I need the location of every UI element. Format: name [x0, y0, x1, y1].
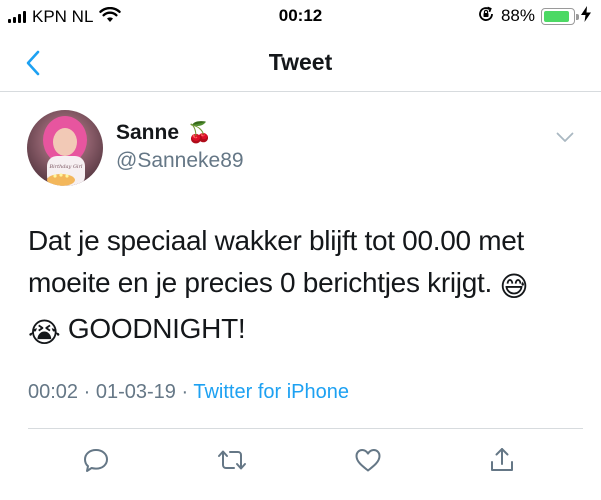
tweet-options-button[interactable] — [551, 126, 579, 148]
tweet-text-line: moeite en je precies 0 berichtjes krijgt… — [28, 262, 580, 308]
share-icon — [491, 448, 513, 471]
signal-icon — [8, 11, 26, 23]
author-name[interactable]: Sanne 🍒 — [116, 120, 212, 145]
tweet-text-line: 😭 GOODNIGHT! — [28, 308, 580, 354]
action-bar — [0, 440, 601, 480]
battery-fill — [544, 10, 569, 22]
svg-text:Birthday Girl: Birthday Girl — [48, 164, 82, 170]
author-name-text: Sanne — [116, 120, 180, 144]
status-right: 88% — [477, 5, 591, 28]
tweet-text: Dat je speciaal wakker blijft tot 00.00 … — [28, 220, 580, 354]
heart-icon — [355, 449, 381, 472]
tweet-source-link[interactable]: Twitter for iPhone — [193, 381, 349, 403]
meta-separator: · — [83, 381, 91, 403]
retweet-button[interactable] — [212, 440, 252, 480]
carrier-name: KPN NL — [32, 7, 94, 26]
battery-percent: 88% — [500, 6, 535, 25]
status-bar: KPN NL 00:12 88% — [0, 0, 601, 34]
reply-icon — [84, 449, 108, 472]
retweet-icon — [218, 450, 246, 470]
share-button[interactable] — [482, 440, 522, 480]
crying-emoji: 😭 — [28, 317, 61, 348]
tweet-meta: 00:02 · 01-03-19 · Twitter for iPhone — [28, 381, 349, 404]
divider — [28, 428, 583, 429]
page-title: Tweet — [268, 49, 333, 75]
like-button[interactable] — [348, 440, 388, 480]
chevron-left-icon — [26, 50, 40, 76]
back-button[interactable] — [18, 46, 48, 80]
tweet-date: 01-03-19 — [95, 381, 176, 403]
charging-bolt-icon — [581, 5, 591, 27]
tweet-text-line: Dat je speciaal wakker blijft tot 00.00 … — [28, 225, 525, 256]
status-left: KPN NL — [8, 6, 122, 28]
cherries-emoji: 🍒 — [187, 122, 212, 144]
meta-separator: · — [181, 381, 189, 403]
tweet-time: 00:02 — [28, 381, 79, 403]
nav-bar: Tweet — [0, 34, 601, 92]
avatar[interactable]: Birthday Girl — [27, 110, 103, 186]
reply-button[interactable] — [76, 440, 116, 480]
orientation-lock-icon — [477, 5, 495, 28]
wifi-icon — [99, 6, 122, 28]
battery-icon — [541, 7, 579, 25]
author-handle[interactable]: @Sanneke89 — [116, 149, 244, 173]
sweat-smile-emoji: 😅 — [499, 271, 529, 302]
chevron-down-icon — [556, 132, 574, 142]
